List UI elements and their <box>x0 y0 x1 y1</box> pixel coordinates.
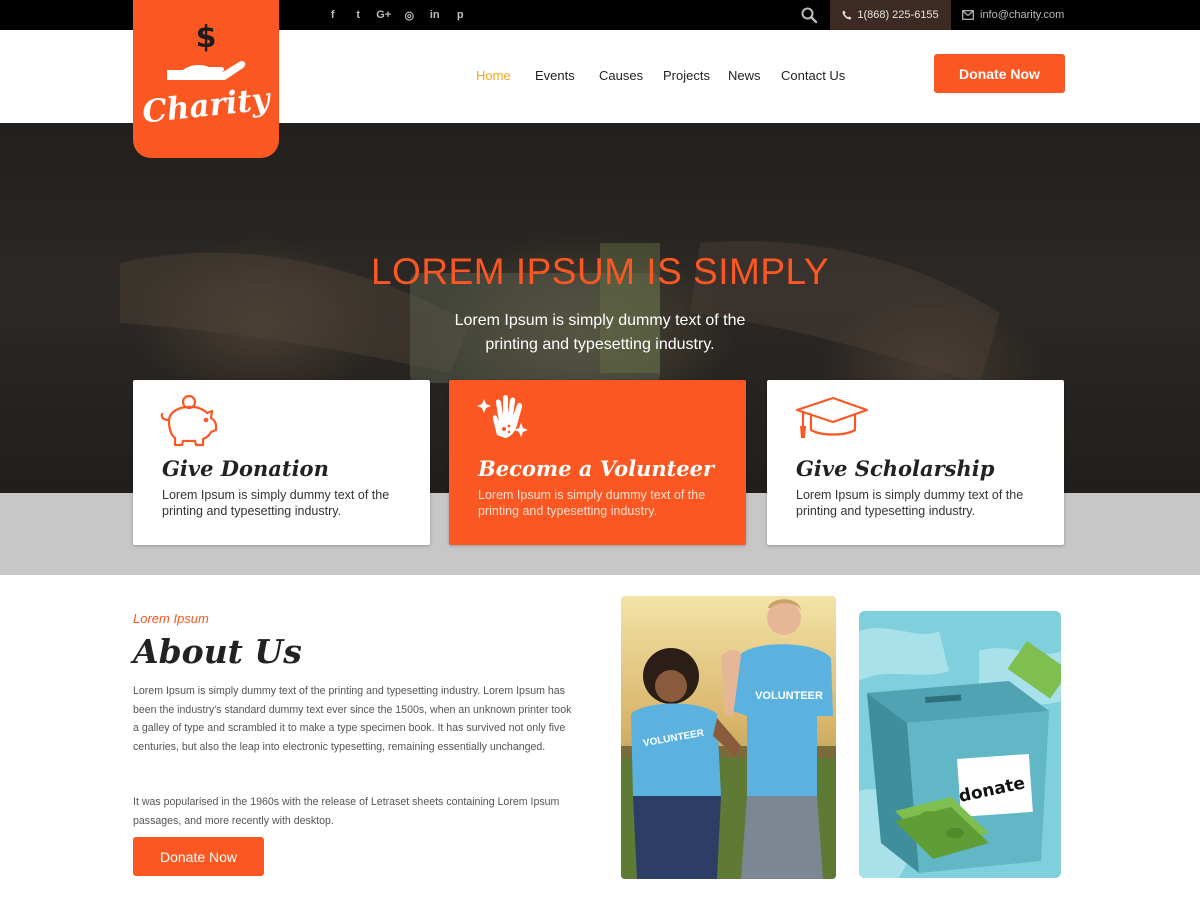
about-paragraph-2: It was popularised in the 1960s with the… <box>133 796 560 827</box>
hero-title: LOREM IPSUM IS SIMPLY <box>370 251 830 292</box>
phone-icon <box>842 10 852 20</box>
svg-text:$: $ <box>196 20 217 55</box>
raised-hand-icon <box>477 395 528 438</box>
piggy-bank-icon <box>160 394 218 447</box>
become-volunteer-title: Become a Volunteer <box>478 456 715 481</box>
mail-icon <box>962 10 974 20</box>
donation-hand-icon: $ <box>167 20 246 80</box>
volunteers-photo: VOLUNTEER VOLUNTEER <box>621 596 836 879</box>
about-paragraph-1: Lorem Ipsum is simply dummy text of the … <box>133 685 572 753</box>
graduation-cap-icon <box>795 396 869 438</box>
nav-projects[interactable]: Projects <box>663 68 710 83</box>
hero-subtitle: Lorem Ipsum is simply dummy text of the … <box>454 312 746 353</box>
give-donation-card[interactable]: Give Donation Lorem Ipsum is simply dumm… <box>133 380 430 545</box>
google-plus-icon[interactable]: G+ <box>371 9 397 21</box>
about-kicker: Lorem Ipsum <box>133 611 209 626</box>
give-scholarship-card[interactable]: Give Scholarship Lorem Ipsum is simply d… <box>767 380 1064 545</box>
about-title: About Us <box>133 632 302 671</box>
donate-box-illustration: donate <box>859 611 1061 878</box>
email-info[interactable]: info@charity.com <box>962 0 1064 30</box>
nav-news[interactable]: News <box>728 68 761 83</box>
nav-causes[interactable]: Causes <box>599 68 643 83</box>
give-scholarship-text: Lorem Ipsum is simply dummy text of the … <box>796 488 1024 518</box>
twitter-icon[interactable]: t <box>346 9 372 21</box>
become-volunteer-card[interactable]: Become a Volunteer Lorem Ipsum is simply… <box>449 380 746 545</box>
instagram-icon[interactable]: ◎ <box>397 9 423 22</box>
nav-events[interactable]: Events <box>535 68 575 83</box>
nav-contact-us[interactable]: Contact Us <box>781 68 845 83</box>
phone-info[interactable]: 1(868) 225-6155 <box>830 0 951 30</box>
search-icon[interactable] <box>800 6 818 24</box>
pinterest-icon[interactable]: p <box>448 9 474 21</box>
nav-home[interactable]: Home <box>476 68 511 83</box>
give-donation-text: Lorem Ipsum is simply dummy text of the … <box>162 488 390 518</box>
linkedin-icon[interactable]: in <box>422 9 448 21</box>
donate-box-artwork: donate <box>859 611 1061 878</box>
become-volunteer-text: Lorem Ipsum is simply dummy text of the … <box>478 488 706 518</box>
man-shirt-text: VOLUNTEER <box>755 690 823 702</box>
give-scholarship-title: Give Scholarship <box>796 456 995 481</box>
volunteers-illustration: VOLUNTEER VOLUNTEER <box>621 596 836 879</box>
social-links: f t G+ ◎ in p <box>320 0 473 30</box>
donate-now-button[interactable]: Donate Now <box>934 54 1065 93</box>
give-donation-title: Give Donation <box>162 456 329 481</box>
phone-number: 1(868) 225-6155 <box>857 9 939 21</box>
email-address: info@charity.com <box>980 9 1065 21</box>
logo-text: Charity <box>140 81 272 131</box>
facebook-icon[interactable]: f <box>320 9 346 21</box>
about-donate-now-button[interactable]: Donate Now <box>133 837 264 876</box>
charity-logo[interactable]: $ Charity <box>133 0 279 158</box>
